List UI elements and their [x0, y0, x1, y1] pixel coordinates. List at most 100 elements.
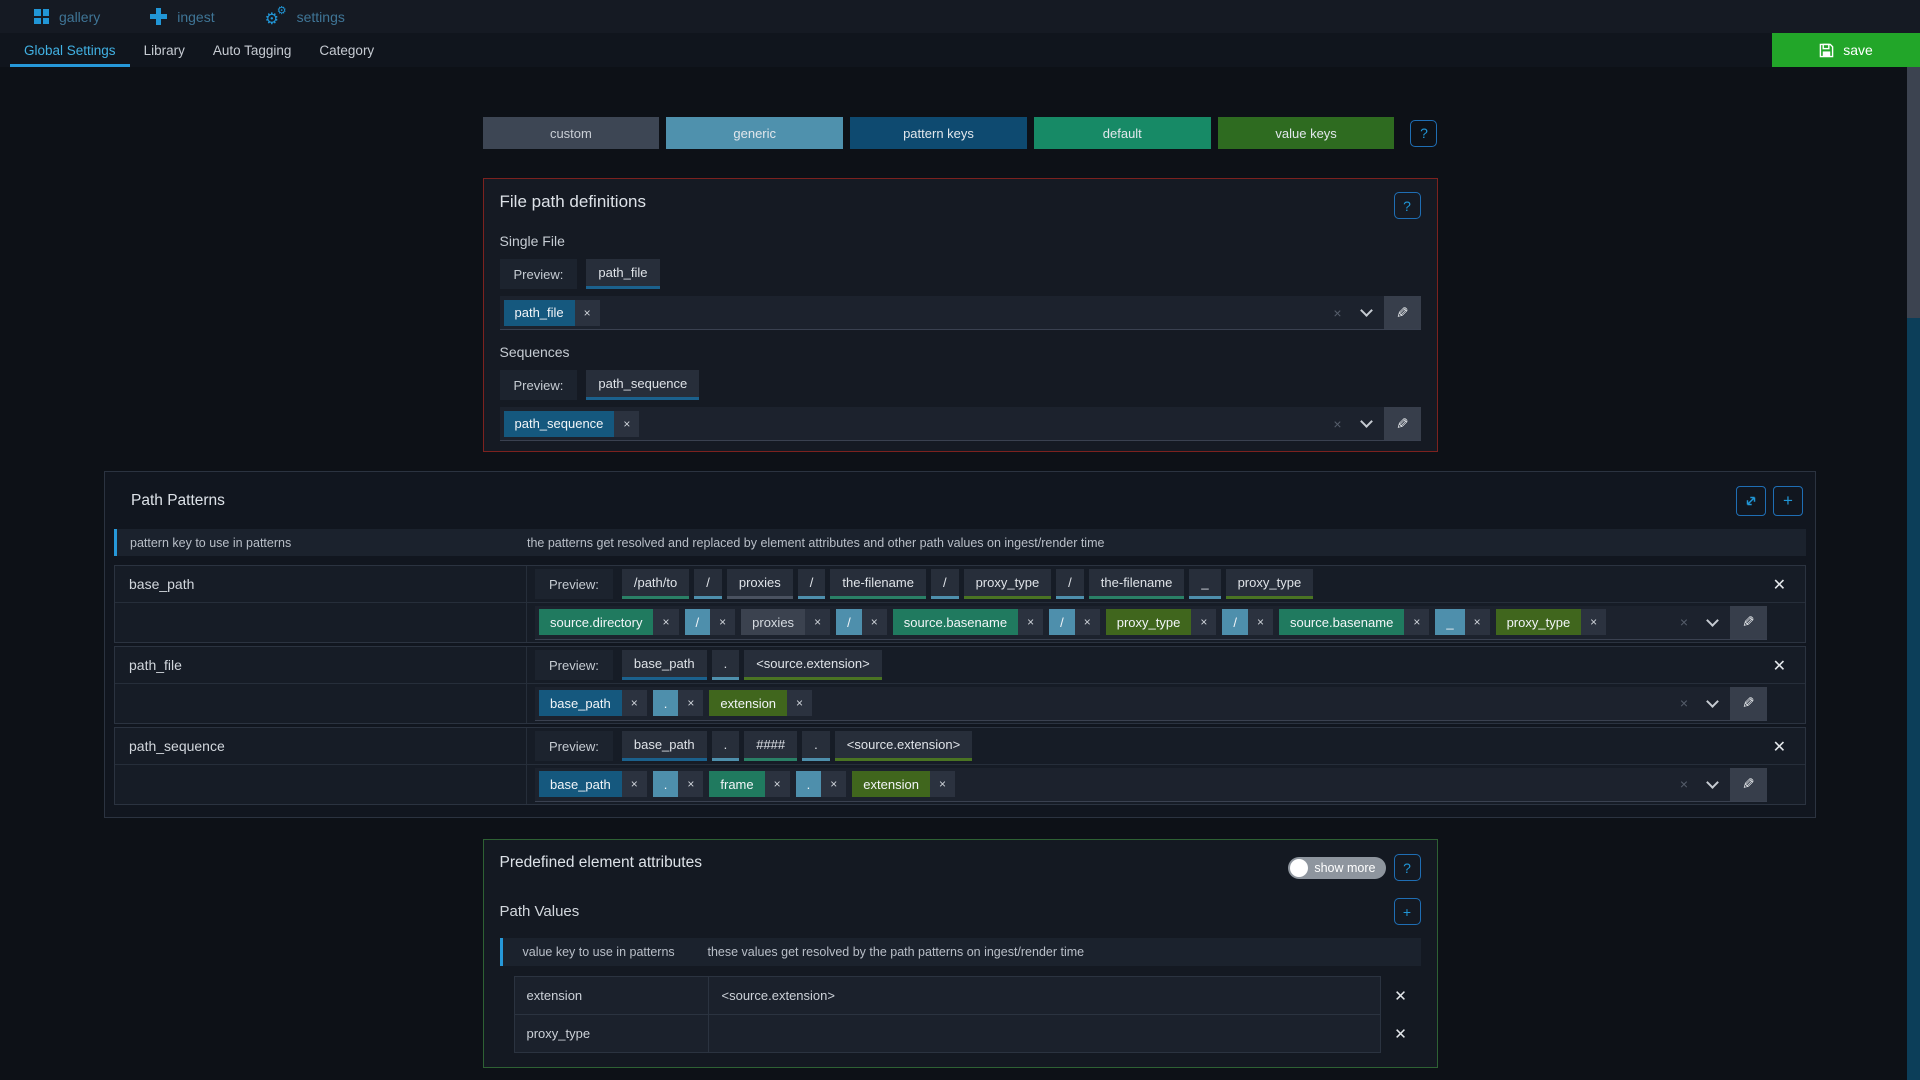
token-chip[interactable]: frame× — [709, 771, 789, 797]
path-patterns-panel: Path Patterns + pattern key to use in pa… — [104, 471, 1816, 818]
chip-remove-icon[interactable]: × — [1018, 609, 1043, 635]
chip-remove-icon[interactable]: × — [1075, 609, 1100, 635]
token-chip[interactable]: path_file× — [504, 300, 600, 326]
pattern-token-input[interactable]: base_path×.×frame×.×extension× × ✎ — [535, 768, 1767, 802]
chip-remove-icon[interactable]: × — [575, 300, 600, 326]
nav-item-gallery[interactable]: gallery — [34, 9, 100, 25]
chip-remove-icon[interactable]: × — [1581, 609, 1606, 635]
single-file-pattern-input[interactable]: path_file× × ✎ — [500, 296, 1421, 330]
token-chip[interactable]: .× — [653, 771, 704, 797]
token-chip[interactable]: .× — [796, 771, 847, 797]
token-chip[interactable]: /× — [1049, 609, 1100, 635]
save-button[interactable]: save — [1772, 33, 1920, 67]
chip-remove-icon[interactable]: × — [765, 771, 790, 797]
scrollbar-thumb[interactable] — [1907, 67, 1920, 318]
expand-button[interactable] — [1736, 486, 1766, 516]
token-chip[interactable]: extension× — [709, 690, 812, 716]
path-patterns-header: pattern key to use in patterns the patte… — [114, 529, 1806, 556]
delete-value-button[interactable]: ✕ — [1381, 986, 1421, 1006]
mode-button-pattern-keys[interactable]: pattern keys — [850, 117, 1027, 149]
header-col-value-key: value key to use in patterns — [503, 945, 708, 959]
token-chip[interactable]: extension× — [852, 771, 955, 797]
tab-category[interactable]: Category — [305, 33, 388, 67]
mode-button-row: custom generic pattern keys default valu… — [483, 117, 1438, 149]
preview-chip: base_path — [622, 650, 707, 680]
token-chip[interactable]: source.basename× — [893, 609, 1043, 635]
token-chip[interactable]: path_sequence× — [504, 411, 640, 437]
token-chip[interactable]: base_path× — [539, 690, 647, 716]
nav-label-gallery: gallery — [59, 9, 100, 25]
tab-auto-tagging[interactable]: Auto Tagging — [199, 33, 306, 67]
chevron-down-icon[interactable] — [1360, 415, 1373, 428]
nav-item-ingest[interactable]: ingest — [150, 8, 214, 25]
tab-library[interactable]: Library — [130, 33, 199, 67]
token-chip[interactable]: proxy_type× — [1496, 609, 1607, 635]
edit-button[interactable]: ✎ — [1730, 687, 1767, 720]
sequences-pattern-input[interactable]: path_sequence× × ✎ — [500, 407, 1421, 441]
mode-button-value-keys[interactable]: value keys — [1218, 117, 1395, 149]
token-chip[interactable]: proxy_type× — [1106, 609, 1217, 635]
chip-remove-icon[interactable]: × — [622, 690, 647, 716]
token-chip[interactable]: proxies× — [741, 609, 830, 635]
chip-remove-icon[interactable]: × — [710, 609, 735, 635]
nav-item-settings[interactable]: ⚙⚙ settings — [265, 8, 345, 26]
delete-pattern-button[interactable]: ✕ — [1767, 574, 1792, 596]
add-path-value-button[interactable]: + — [1394, 898, 1421, 925]
mode-button-default[interactable]: default — [1034, 117, 1211, 149]
page-scrollbar[interactable] — [1907, 67, 1920, 1080]
chip-remove-icon[interactable]: × — [678, 690, 703, 716]
token-chip-label: extension — [852, 771, 930, 797]
value-key-cell[interactable]: extension — [515, 977, 709, 1014]
token-chip[interactable]: /× — [1222, 609, 1273, 635]
edit-button[interactable]: ✎ — [1384, 296, 1421, 329]
token-chip[interactable]: /× — [685, 609, 736, 635]
chevron-down-icon[interactable] — [1706, 776, 1719, 789]
token-chip[interactable]: source.basename× — [1279, 609, 1429, 635]
chip-remove-icon[interactable]: × — [1248, 609, 1273, 635]
value-cell[interactable]: <source.extension> — [709, 977, 1380, 1014]
token-chip[interactable]: .× — [653, 690, 704, 716]
add-pattern-button[interactable]: + — [1773, 486, 1803, 516]
chip-remove-icon[interactable]: × — [787, 690, 812, 716]
clear-icon[interactable]: × — [1669, 776, 1699, 792]
token-chip[interactable]: source.directory× — [539, 609, 679, 635]
chevron-down-icon[interactable] — [1706, 695, 1719, 708]
chip-remove-icon[interactable]: × — [678, 771, 703, 797]
value-cell[interactable] — [709, 1015, 1380, 1052]
chevron-down-icon[interactable] — [1706, 614, 1719, 627]
edit-button[interactable]: ✎ — [1384, 407, 1421, 440]
chip-remove-icon[interactable]: × — [653, 609, 678, 635]
edit-button[interactable]: ✎ — [1730, 768, 1767, 801]
tab-global-settings[interactable]: Global Settings — [10, 33, 130, 67]
chip-remove-icon[interactable]: × — [1191, 609, 1216, 635]
chip-remove-icon[interactable]: × — [622, 771, 647, 797]
delete-pattern-button[interactable]: ✕ — [1767, 655, 1792, 677]
token-chip[interactable]: /× — [836, 609, 887, 635]
pattern-token-input[interactable]: base_path×.×extension× × ✎ — [535, 687, 1767, 721]
clear-icon[interactable]: × — [1322, 416, 1352, 432]
clear-icon[interactable]: × — [1322, 305, 1352, 321]
token-chip[interactable]: _× — [1435, 609, 1489, 635]
chip-remove-icon[interactable]: × — [862, 609, 887, 635]
chip-remove-icon[interactable]: × — [821, 771, 846, 797]
clear-icon[interactable]: × — [1669, 614, 1699, 630]
mode-button-custom[interactable]: custom — [483, 117, 660, 149]
predefined-help-button[interactable]: ? — [1394, 854, 1421, 881]
chip-remove-icon[interactable]: × — [930, 771, 955, 797]
clear-icon[interactable]: × — [1669, 695, 1699, 711]
delete-pattern-button[interactable]: ✕ — [1767, 736, 1792, 758]
chip-remove-icon[interactable]: × — [614, 411, 639, 437]
edit-button[interactable]: ✎ — [1730, 606, 1767, 639]
delete-value-button[interactable]: ✕ — [1381, 1024, 1421, 1044]
file-path-definitions-help-button[interactable]: ? — [1394, 192, 1421, 219]
mode-button-generic[interactable]: generic — [666, 117, 843, 149]
token-chip[interactable]: base_path× — [539, 771, 647, 797]
help-button[interactable]: ? — [1410, 120, 1437, 147]
chip-remove-icon[interactable]: × — [1465, 609, 1490, 635]
value-key-cell[interactable]: proxy_type — [515, 1015, 709, 1052]
pattern-token-input[interactable]: source.directory×/×proxies×/×source.base… — [535, 606, 1767, 640]
chevron-down-icon[interactable] — [1360, 304, 1373, 317]
show-more-toggle[interactable]: show more — [1288, 857, 1385, 879]
chip-remove-icon[interactable]: × — [805, 609, 830, 635]
chip-remove-icon[interactable]: × — [1404, 609, 1429, 635]
